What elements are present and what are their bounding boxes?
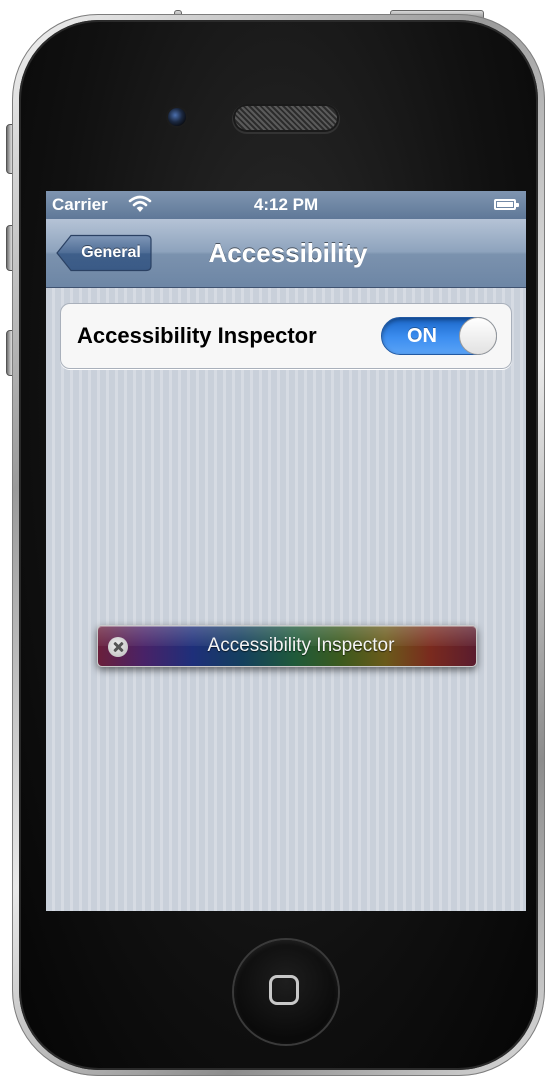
close-icon[interactable]	[108, 637, 128, 657]
front-camera	[168, 108, 186, 126]
inspector-title: Accessibility Inspector	[207, 635, 395, 656]
cell-label: Accessibility Inspector	[77, 323, 317, 348]
battery-icon	[494, 199, 519, 210]
accessibility-inspector-toggle[interactable]: ON	[381, 317, 497, 355]
accessibility-inspector-cell: Accessibility Inspector ON	[60, 303, 512, 369]
toggle-knob	[459, 317, 497, 355]
status-bar: Carrier 4:12 PM	[46, 191, 526, 219]
home-button[interactable]	[234, 940, 338, 1044]
earpiece-speaker	[235, 106, 337, 130]
home-square-icon	[269, 975, 299, 1005]
back-button-general[interactable]: General	[56, 234, 152, 272]
back-button-label: General	[81, 244, 141, 261]
status-time: 4:12 PM	[253, 195, 319, 214]
toggle-state-label: ON	[407, 325, 437, 347]
navigation-bar: Accessibility General	[46, 219, 526, 288]
screen: Carrier 4:12 PM Accessibility General Ac…	[46, 191, 526, 911]
accessibility-inspector-panel[interactable]: Accessibility Inspector	[97, 625, 477, 667]
